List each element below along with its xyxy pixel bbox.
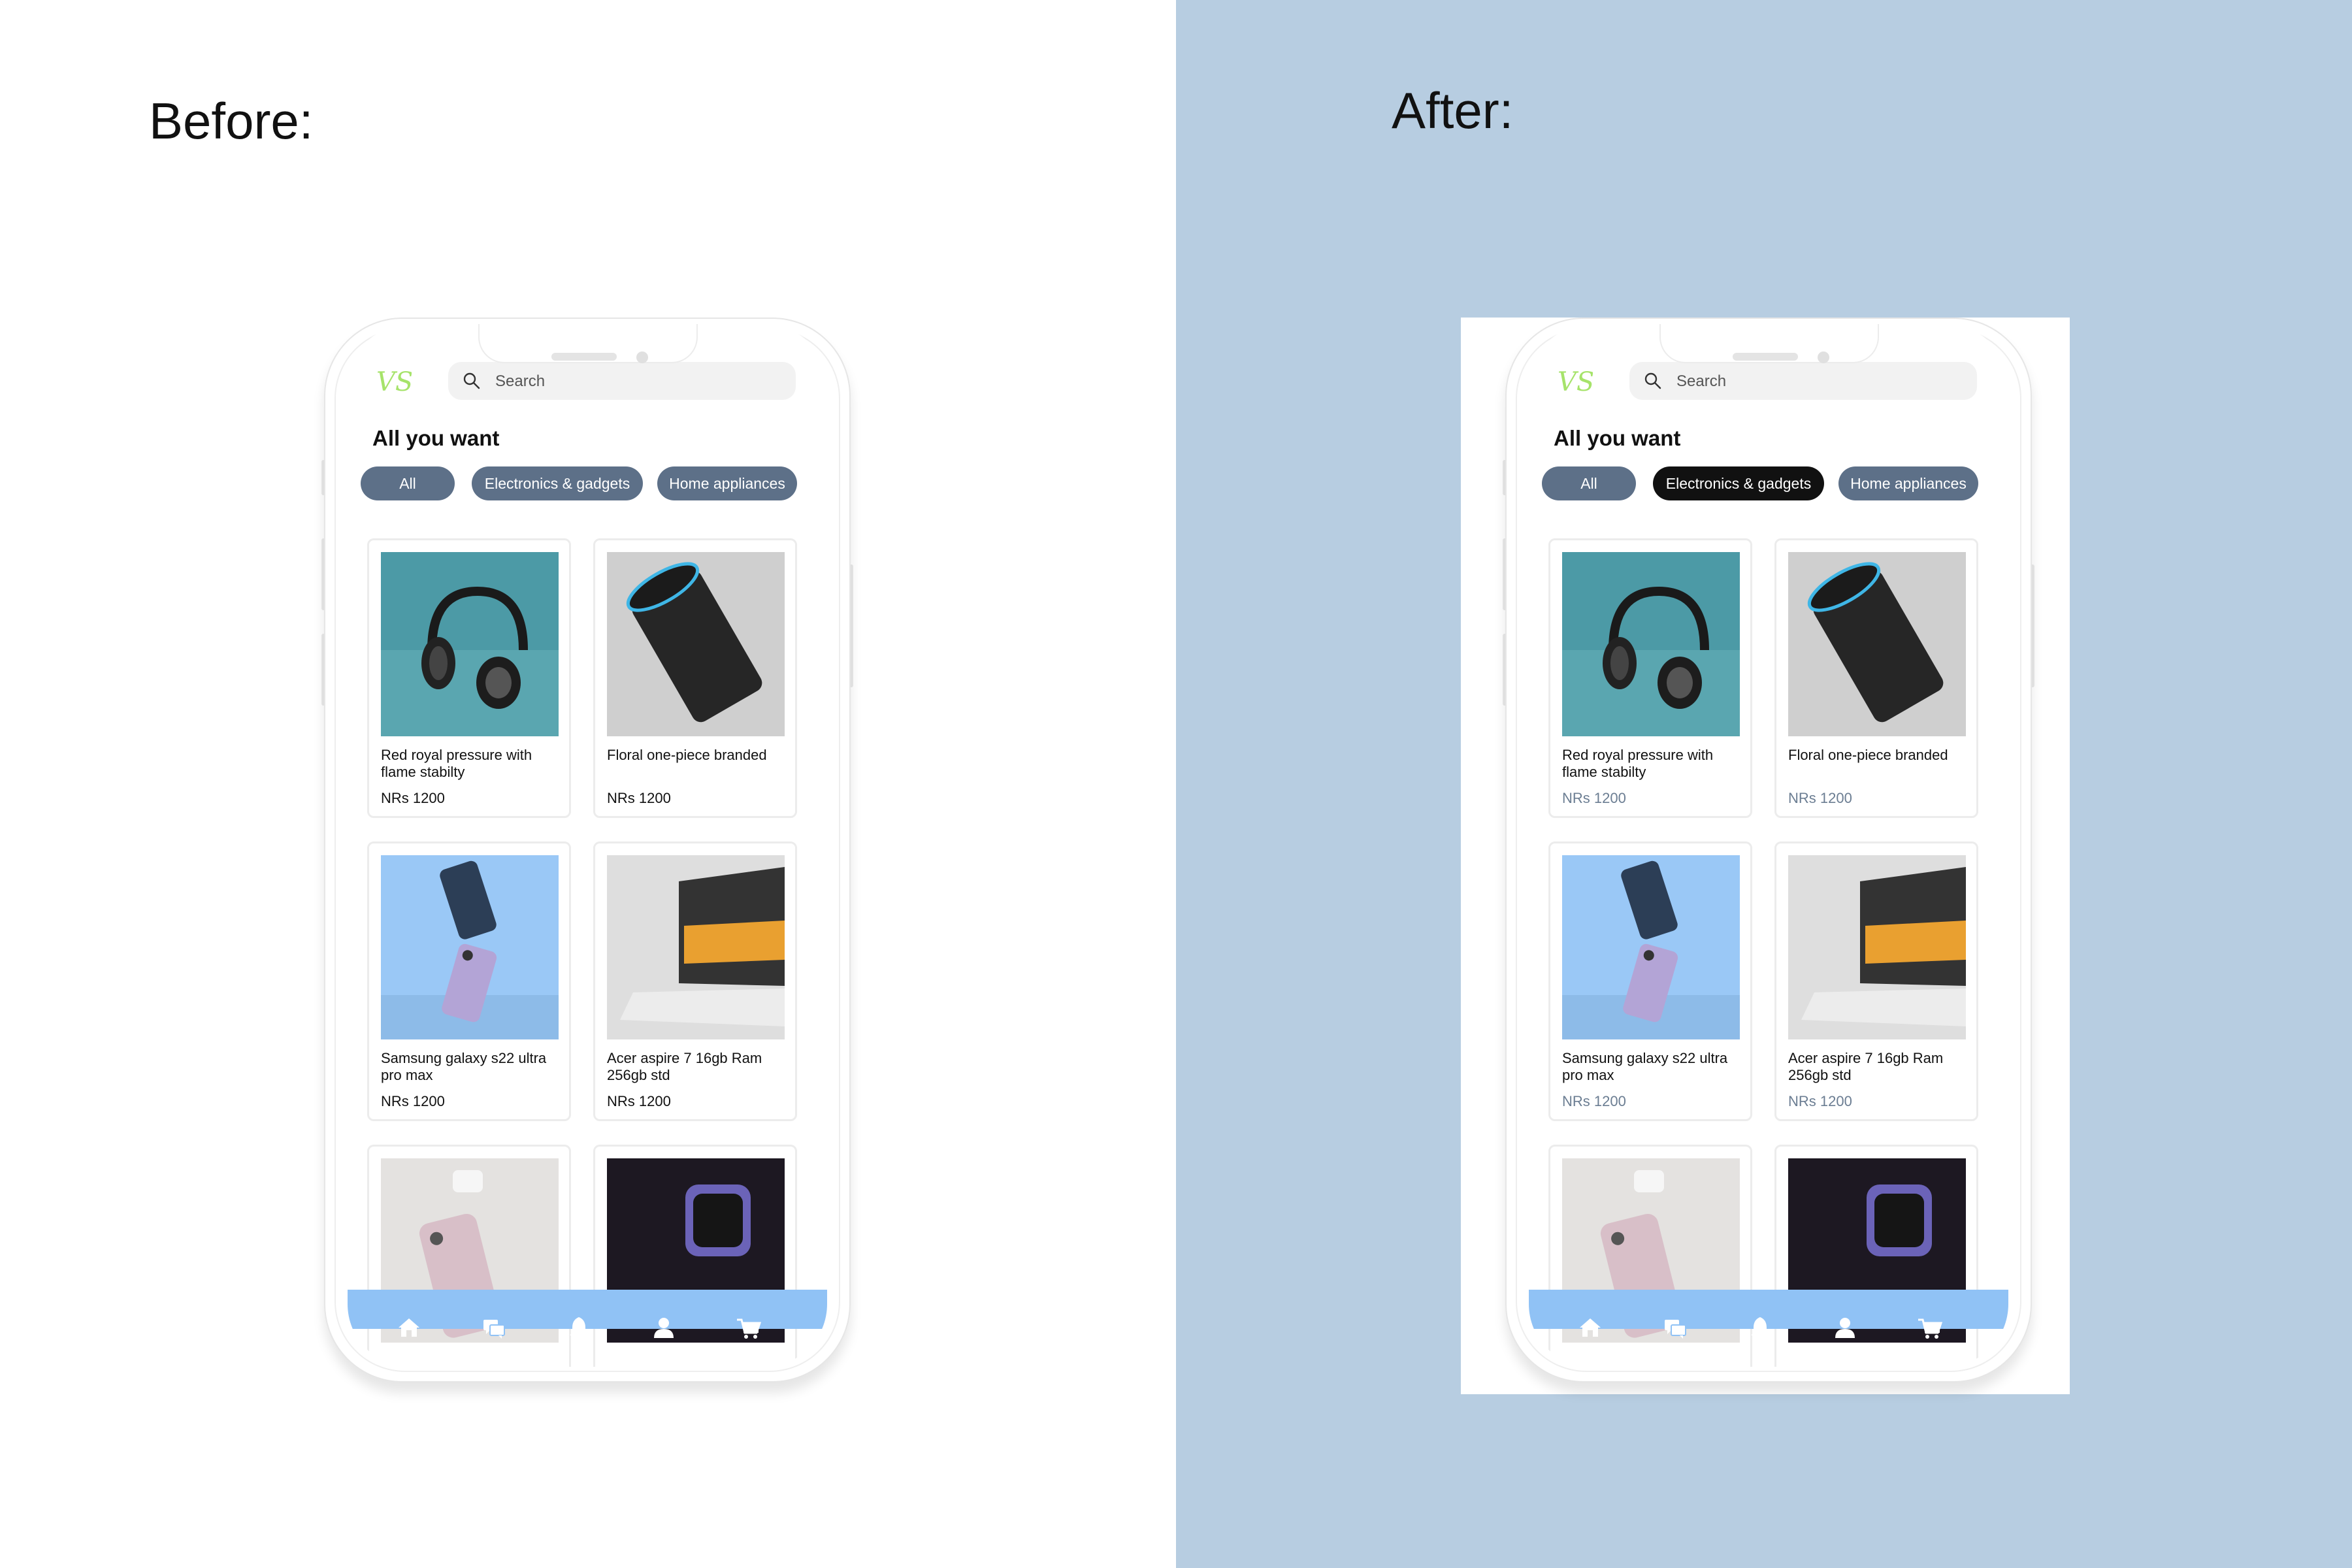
user-icon[interactable]: [651, 1315, 677, 1341]
search-icon: [463, 372, 480, 389]
product-image-phone: [381, 855, 559, 1039]
product-name: Floral one-piece branded: [607, 747, 767, 763]
phone-before: VS Search All you want All Electronics &…: [321, 318, 853, 1389]
phone-speaker: [551, 353, 617, 361]
before-heading: Before:: [149, 92, 314, 150]
chip-all[interactable]: All: [1542, 466, 1636, 500]
page-title: All you want: [1554, 426, 1681, 450]
page-title: All you want: [372, 426, 500, 450]
product-price: NRs 1200: [381, 1093, 445, 1109]
home-icon[interactable]: [396, 1315, 422, 1341]
chip-all[interactable]: All: [361, 466, 455, 500]
product-image-phone: [1562, 855, 1740, 1039]
product-price: NRs 1200: [1562, 1093, 1626, 1109]
product-price: NRs 1200: [607, 1093, 671, 1109]
chip-electronics[interactable]: Electronics & gadgets: [472, 466, 643, 500]
cart-icon[interactable]: [736, 1315, 762, 1341]
chat-icon[interactable]: [481, 1315, 507, 1341]
product-card[interactable]: Floral one-piece branded NRs 1200: [593, 538, 797, 818]
user-icon[interactable]: [1832, 1315, 1858, 1341]
search-input[interactable]: Search: [1629, 362, 1977, 400]
product-name: Samsung galaxy s22 ultra pro max: [1562, 1050, 1728, 1083]
product-card[interactable]: Acer aspire 7 16gb Ram 256gb std NRs 120…: [593, 841, 797, 1121]
phone-screen: VS Search All you want All Electronics &…: [348, 324, 827, 1367]
phone-camera: [636, 351, 648, 363]
brand-logo: VS: [376, 367, 412, 397]
product-image-smart-speaker: [1788, 552, 1966, 736]
product-price: NRs 1200: [381, 790, 445, 806]
product-image-headphones: [1562, 552, 1740, 736]
svg-text:VS: VS: [376, 367, 412, 397]
bell-icon[interactable]: [1747, 1315, 1773, 1341]
product-card[interactable]: Floral one-piece branded NRs 1200: [1774, 538, 1978, 818]
product-price: NRs 1200: [1788, 790, 1852, 806]
product-image-laptop: [1788, 855, 1966, 1039]
after-heading: After:: [1392, 82, 1514, 139]
product-name: Floral one-piece branded: [1788, 747, 1948, 763]
phone-after: VS Search All you want All Electronics &…: [1503, 318, 2034, 1389]
product-name: Red royal pressure with flame stabilty: [381, 747, 532, 780]
search-icon: [1644, 372, 1661, 389]
product-name: Acer aspire 7 16gb Ram 256gb std: [1788, 1050, 1944, 1083]
search-input[interactable]: Search: [448, 362, 796, 400]
product-name: Red royal pressure with flame stabilty: [1562, 747, 1714, 780]
product-image-smart-speaker: [607, 552, 785, 736]
product-card[interactable]: Acer aspire 7 16gb Ram 256gb std NRs 120…: [1774, 841, 1978, 1121]
cart-icon[interactable]: [1917, 1315, 1943, 1341]
chat-icon[interactable]: [1662, 1315, 1688, 1341]
product-image-headphones: [381, 552, 559, 736]
phone-camera: [1818, 351, 1829, 363]
product-card[interactable]: Samsung galaxy s22 ultra pro max NRs 120…: [367, 841, 571, 1121]
product-name: Acer aspire 7 16gb Ram 256gb std: [607, 1050, 762, 1083]
search-placeholder: Search: [495, 372, 546, 390]
chip-electronics[interactable]: Electronics & gadgets: [1653, 466, 1824, 500]
home-icon[interactable]: [1577, 1315, 1603, 1341]
svg-text:VS: VS: [1558, 367, 1593, 397]
product-card[interactable]: Red royal pressure with flame stabilty N…: [1548, 538, 1752, 818]
chip-home-appliances[interactable]: Home appliances: [657, 466, 797, 500]
product-price: NRs 1200: [1788, 1093, 1852, 1109]
phone-screen: VS Search All you want All Electronics &…: [1529, 324, 2008, 1367]
bell-icon[interactable]: [566, 1315, 592, 1341]
product-card[interactable]: Red royal pressure with flame stabilty N…: [367, 538, 571, 818]
chip-home-appliances[interactable]: Home appliances: [1838, 466, 1978, 500]
phone-speaker: [1733, 353, 1798, 361]
product-card[interactable]: Samsung galaxy s22 ultra pro max NRs 120…: [1548, 841, 1752, 1121]
product-name: Samsung galaxy s22 ultra pro max: [381, 1050, 547, 1083]
product-image-laptop: [607, 855, 785, 1039]
product-price: NRs 1200: [1562, 790, 1626, 806]
product-price: NRs 1200: [607, 790, 671, 806]
brand-logo: VS: [1558, 367, 1593, 397]
search-placeholder: Search: [1676, 372, 1727, 390]
